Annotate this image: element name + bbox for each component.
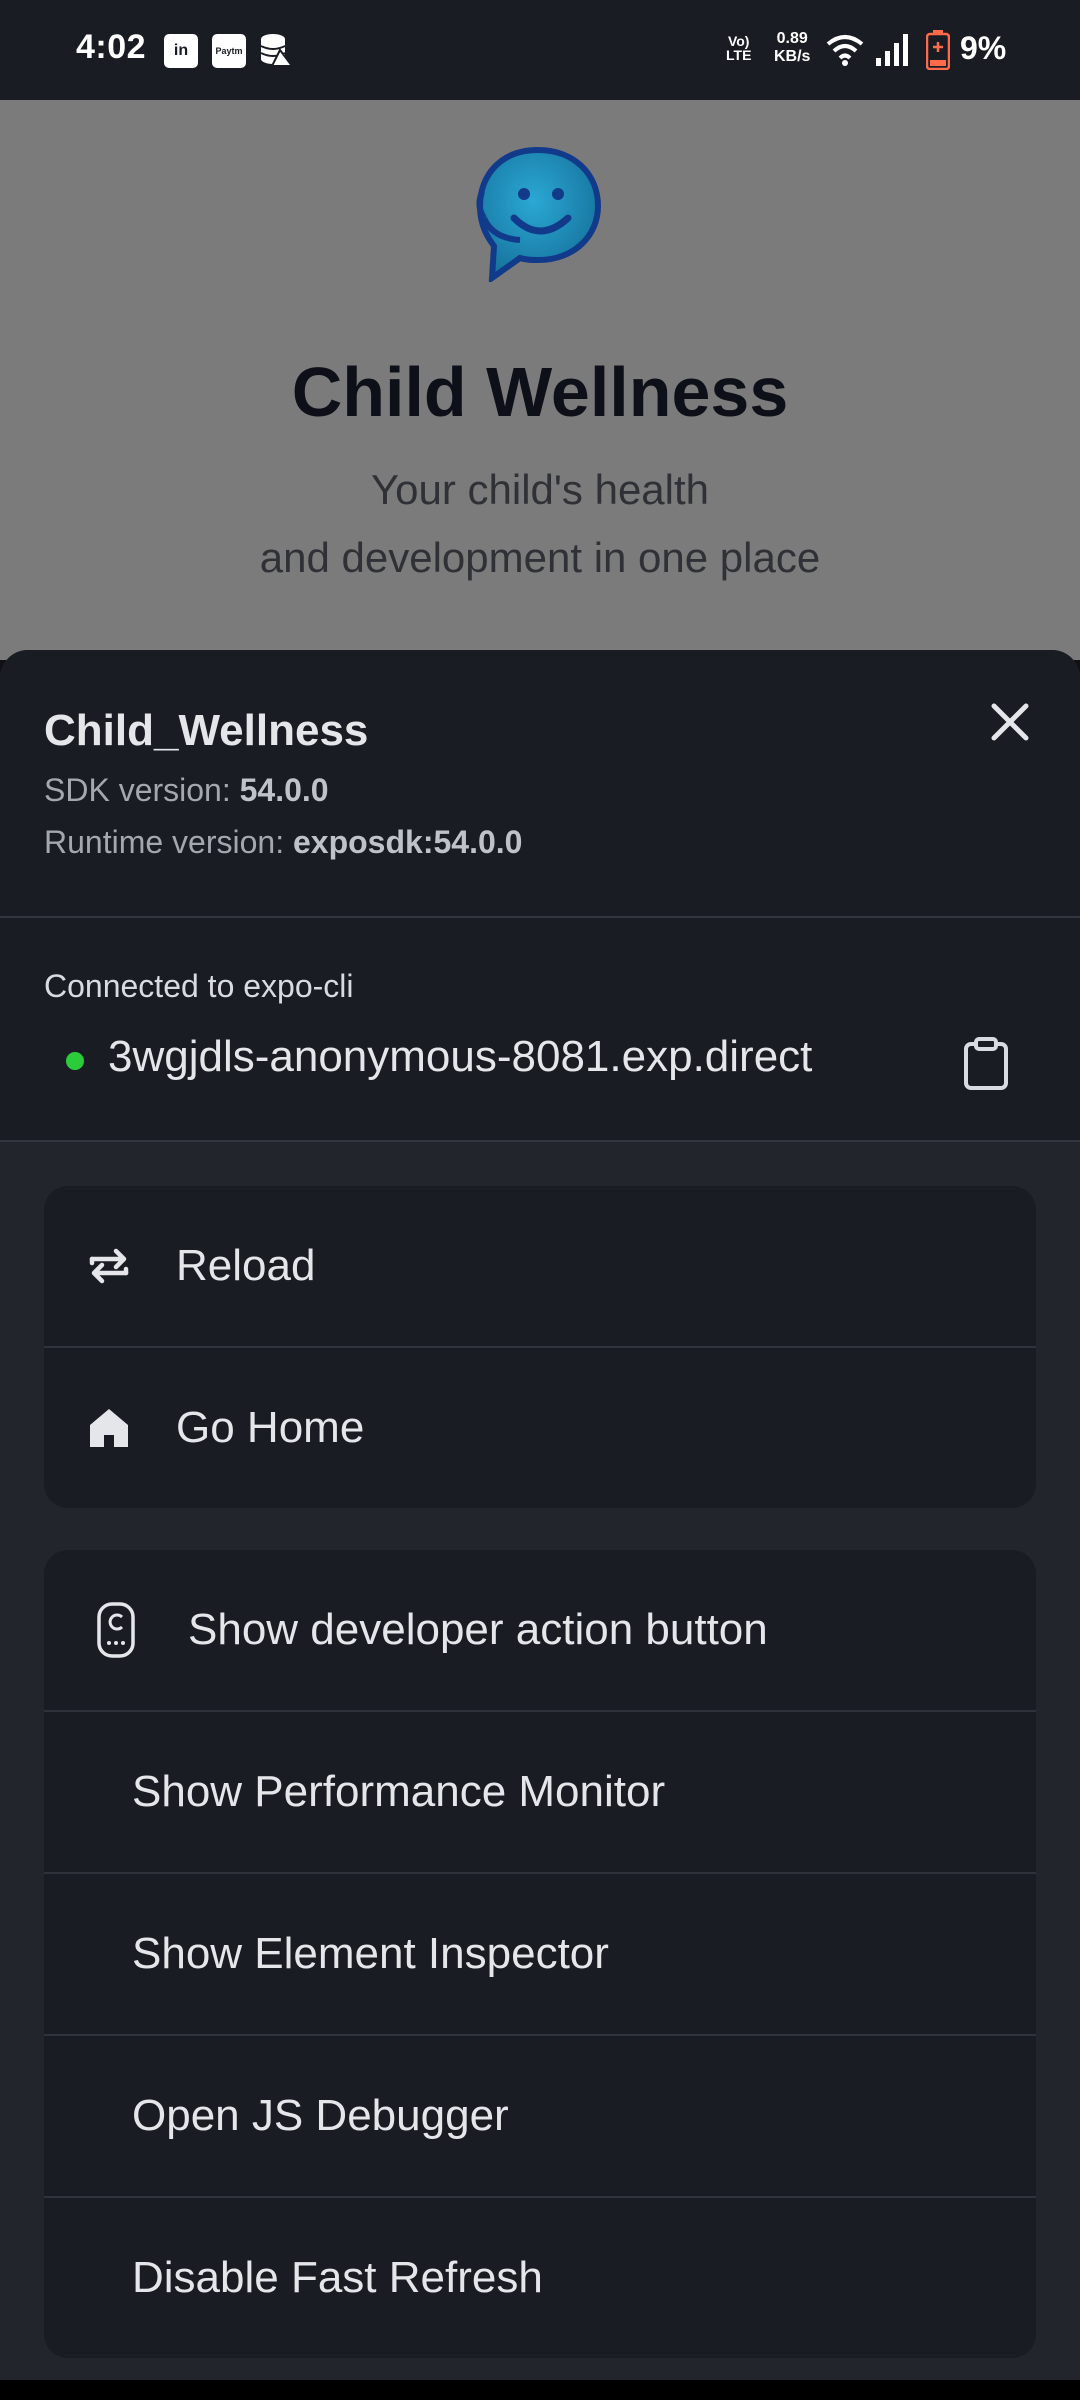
app-subtitle-line1: Your child's health (370, 466, 710, 513)
paytm-icon: Paytm (212, 34, 246, 68)
status-bar: 4:02 in Paytm Vo) LTE 0.89 KB/s 9% (0, 0, 1080, 100)
reload-label: Reload (176, 1241, 316, 1290)
runtime-version: Runtime version: exposdk:54.0.0 (44, 824, 523, 860)
sdk-version: SDK version: 54.0.0 (44, 772, 329, 808)
lte-indicator: Vo) LTE (726, 33, 752, 63)
connection-status-dot (66, 1052, 84, 1070)
signal-icon (876, 34, 908, 66)
linkedin-icon: in (164, 34, 198, 68)
reload-button[interactable]: Reload (44, 1186, 1036, 1348)
disable-fast-refresh-label: Disable Fast Refresh (132, 2253, 543, 2302)
connection-section (0, 918, 1080, 1142)
show-developer-action-button[interactable]: Show developer action button (44, 1550, 1036, 1712)
open-js-debugger-label: Open JS Debugger (132, 2091, 509, 2140)
remote-icon (97, 1602, 135, 1658)
app-title: Child Wellness (291, 353, 789, 431)
show-element-inspector-button[interactable]: Show Element Inspector (44, 1874, 1036, 2036)
show-developer-action-label: Show developer action button (188, 1605, 768, 1654)
connected-label: Connected to expo-cli (44, 968, 354, 1004)
disable-fast-refresh-button[interactable]: Disable Fast Refresh (44, 2198, 1036, 2358)
app-subtitle-line2: and development in one place (259, 534, 821, 581)
battery-percent: 9% (960, 30, 1007, 66)
network-speed: 0.89 KB/s (774, 30, 811, 65)
battery-icon (926, 30, 950, 70)
go-home-button[interactable]: Go Home (44, 1348, 1036, 1508)
close-icon[interactable] (982, 694, 1038, 750)
show-performance-monitor-label: Show Performance Monitor (132, 1767, 666, 1816)
actions-card-developer: Show developer action button Show Perfor… (44, 1550, 1036, 2358)
actions-card-primary: Reload Go Home (44, 1186, 1036, 1508)
reload-icon (89, 1248, 129, 1284)
show-performance-monitor-button[interactable]: Show Performance Monitor (44, 1712, 1036, 1874)
go-home-label: Go Home (176, 1403, 365, 1452)
database-alert-icon (260, 34, 294, 67)
open-js-debugger-button[interactable]: Open JS Debugger (44, 2036, 1036, 2198)
navigation-bar (0, 2380, 1080, 2400)
app-background: Child Wellness Your child's health and d… (0, 100, 1080, 660)
connection-url: 3wgjdls-anonymous-8081.exp.direct (108, 1032, 813, 1081)
dev-menu-header: Child_Wellness SDK version: 54.0.0 Runti… (0, 650, 1080, 918)
dev-menu-app-name: Child_Wellness (44, 706, 369, 755)
home-icon (90, 1409, 128, 1447)
wifi-icon (826, 35, 864, 66)
chat-smile-icon (476, 146, 602, 282)
clipboard-icon[interactable] (958, 1036, 1014, 1092)
status-time: 4:02 (76, 28, 147, 66)
show-element-inspector-label: Show Element Inspector (132, 1929, 609, 1978)
